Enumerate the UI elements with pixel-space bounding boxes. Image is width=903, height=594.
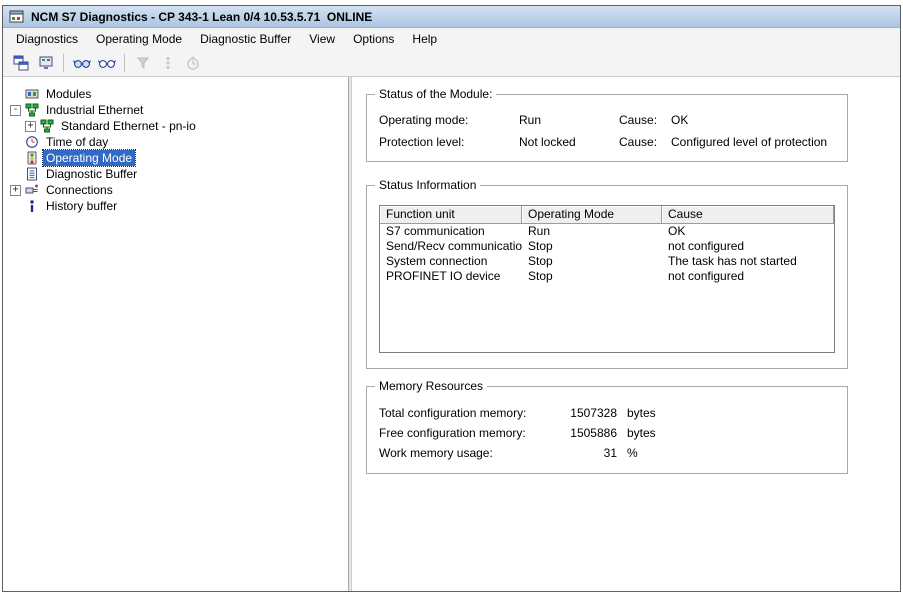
cyclic-update-on-icon[interactable]: [69, 51, 94, 74]
expand-toggle-icon[interactable]: +: [10, 185, 21, 196]
tree-item-industrial-ethernet[interactable]: - Industrial Ethernet: [10, 102, 348, 118]
diagnostic-buffer-icon: [25, 167, 39, 181]
memory-resources-group: Memory Resources Total configuration mem…: [366, 386, 848, 474]
work-memory-usage-label: Work memory usage:: [379, 446, 549, 460]
cell-operating-mode: Stop: [522, 254, 662, 269]
cell-operating-mode: Stop: [522, 269, 662, 284]
group-title: Memory Resources: [375, 379, 487, 393]
cell-cause: not configured: [662, 269, 834, 284]
history-buffer-icon: [25, 199, 39, 213]
table-row[interactable]: System connection Stop The task has not …: [380, 254, 834, 269]
filter-icon: [130, 51, 155, 74]
tree-item-label: Connections: [43, 182, 116, 198]
work-memory-usage-value: 31: [549, 446, 617, 460]
menu-diagnostic-buffer[interactable]: Diagnostic Buffer: [191, 29, 300, 49]
cell-cause: The task has not started: [662, 254, 834, 269]
column-header-cause[interactable]: Cause: [662, 206, 834, 224]
detail-pane: Status of the Module: Operating mode: Ru…: [352, 77, 900, 591]
cycle-time-icon: [180, 51, 205, 74]
tree-item-label: History buffer: [43, 198, 120, 214]
cell-cause: not configured: [662, 239, 834, 254]
tree-item-label: Standard Ethernet - pn-io: [58, 118, 199, 134]
tree-item-modules[interactable]: Modules: [10, 86, 348, 102]
column-header-function-unit[interactable]: Function unit: [380, 206, 522, 224]
menu-help[interactable]: Help: [403, 29, 446, 49]
cause-value: Configured level of protection: [671, 135, 835, 149]
group-title: Status of the Module:: [375, 87, 496, 101]
ethernet-node-icon: [40, 119, 54, 133]
expand-toggle-icon[interactable]: +: [25, 121, 36, 132]
total-config-memory-value: 1507328: [549, 406, 617, 420]
cell-function-unit: PROFINET IO device: [380, 269, 522, 284]
cell-operating-mode: Run: [522, 224, 662, 239]
window-title: NCM S7 Diagnostics - CP 343-1 Lean 0/4 1…: [31, 10, 372, 24]
tree-item-standard-ethernet[interactable]: + Standard Ethernet - pn-io: [25, 118, 348, 134]
toolbar-separator: [124, 54, 125, 72]
table-row[interactable]: S7 communication Run OK: [380, 224, 834, 239]
modules-icon: [25, 87, 39, 101]
cell-operating-mode: Stop: [522, 239, 662, 254]
free-config-memory-label: Free configuration memory:: [379, 426, 549, 440]
app-icon: [9, 9, 25, 25]
collapse-toggle-icon[interactable]: -: [10, 105, 21, 116]
toolbar-separator: [63, 54, 64, 72]
cyclic-update-off-icon[interactable]: [94, 51, 119, 74]
cause-label: Cause:: [619, 135, 671, 149]
tree-item-label-selected: Operating Mode: [43, 150, 135, 166]
protection-level-value: Not locked: [519, 135, 619, 149]
title-bar[interactable]: NCM S7 Diagnostics - CP 343-1 Lean 0/4 1…: [3, 6, 900, 28]
operating-mode-icon: [25, 151, 39, 165]
operating-mode-value: Run: [519, 113, 619, 127]
tree-item-diagnostic-buffer[interactable]: Diagnostic Buffer: [10, 166, 348, 182]
app-window: NCM S7 Diagnostics - CP 343-1 Lean 0/4 1…: [2, 5, 901, 592]
menu-diagnostics[interactable]: Diagnostics: [7, 29, 87, 49]
table-header: Function unit Operating Mode Cause: [380, 206, 834, 224]
work-memory-usage-unit: %: [617, 446, 677, 460]
tree-item-history-buffer[interactable]: History buffer: [10, 198, 348, 214]
cell-function-unit: S7 communication: [380, 224, 522, 239]
cell-function-unit: System connection: [380, 254, 522, 269]
protection-level-label: Protection level:: [379, 135, 519, 149]
desktop: NCM S7 Diagnostics - CP 343-1 Lean 0/4 1…: [0, 0, 903, 594]
cause-value: OK: [671, 113, 835, 127]
tree-item-label: Industrial Ethernet: [43, 102, 146, 118]
tree-item-label: Time of day: [43, 134, 111, 150]
menu-operating-mode[interactable]: Operating Mode: [87, 29, 191, 49]
total-config-memory-unit: bytes: [617, 406, 677, 420]
industrial-ethernet-icon: [25, 103, 39, 117]
cell-cause: OK: [662, 224, 834, 239]
tree-item-label: Modules: [43, 86, 94, 102]
status-information-group: Status Information Function unit Operati…: [366, 185, 848, 369]
status-of-module-group: Status of the Module: Operating mode: Ru…: [366, 94, 848, 162]
table-row[interactable]: Send/Recv communication Stop not configu…: [380, 239, 834, 254]
update-display-icon[interactable]: [8, 51, 33, 74]
main-area: Modules - Industrial Ethernet + Standard…: [3, 77, 900, 591]
status-table[interactable]: Function unit Operating Mode Cause S7 co…: [379, 205, 835, 353]
module-information-icon[interactable]: [33, 51, 58, 74]
tree-item-connections[interactable]: + Connections: [10, 182, 348, 198]
column-header-operating-mode[interactable]: Operating Mode: [522, 206, 662, 224]
time-of-day-icon: [25, 135, 39, 149]
tree-item-label: Diagnostic Buffer: [43, 166, 140, 182]
operating-mode-label: Operating mode:: [379, 113, 519, 127]
module-tree: Modules - Industrial Ethernet + Standard…: [3, 77, 348, 591]
cell-function-unit: Send/Recv communication: [380, 239, 522, 254]
cause-label: Cause:: [619, 113, 671, 127]
tree-item-time-of-day[interactable]: Time of day: [10, 134, 348, 150]
free-config-memory-value: 1505886: [549, 426, 617, 440]
counters-icon: [155, 51, 180, 74]
menu-view[interactable]: View: [300, 29, 344, 49]
menu-options[interactable]: Options: [344, 29, 403, 49]
toolbar: [3, 49, 900, 77]
group-title: Status Information: [375, 178, 480, 192]
tree-item-operating-mode[interactable]: Operating Mode: [10, 150, 348, 166]
connections-icon: [25, 183, 39, 197]
total-config-memory-label: Total configuration memory:: [379, 406, 549, 420]
table-row[interactable]: PROFINET IO device Stop not configured: [380, 269, 834, 284]
table-empty-area: [380, 284, 834, 352]
free-config-memory-unit: bytes: [617, 426, 677, 440]
menu-bar: Diagnostics Operating Mode Diagnostic Bu…: [3, 28, 900, 49]
